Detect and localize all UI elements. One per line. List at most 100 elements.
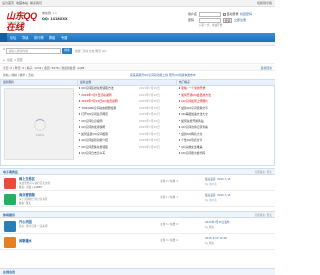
image-slideshow[interactable]: 100% <box>4 88 74 160</box>
forum-row[interactable]: 网上交易区 在这里您可以进行买卖交易 版主: 小强 | qq888 主题 2 /… <box>0 175 275 191</box>
list-date: 2015年7月15日 <box>139 138 160 142</box>
forum-name[interactable]: 网上交易区 <box>19 177 35 181</box>
section-header-leisure[interactable]: 休闲娱乐 分区版主: 暂无 <box>0 211 275 218</box>
username-label: 用户名 <box>188 11 198 16</box>
forum-name[interactable]: 闲聊灌水 <box>19 239 32 243</box>
forum-last-author[interactable]: by 用户名 <box>205 199 217 202</box>
forum-last-post[interactable]: 2015年7月15日发布 <box>205 221 230 224</box>
nav-item-guide[interactable]: 导读 <box>22 36 28 40</box>
list-item[interactable]: 如何设置QQ空间权限 <box>79 132 108 136</box>
list-item[interactable]: 最新QQ网名大全 <box>179 132 202 136</box>
sub-nav <box>0 42 275 46</box>
list-item[interactable]: QQ空间访客记录查看 <box>179 125 208 129</box>
crumb-forum[interactable]: 论坛 <box>7 58 13 62</box>
list-item[interactable]: TIOKANO空间动态相册使用 <box>79 106 116 110</box>
list-item[interactable]: 新帖: 一个新的开始 <box>179 86 205 90</box>
register-link[interactable]: 立即注册 <box>234 18 246 23</box>
section-moderator: 分区版主: 暂无 <box>254 213 272 217</box>
section-header-online[interactable]: 在线会员 <box>0 268 275 275</box>
latest-dates: 2015年7月15日 2015年7月15日 2015年7月15日 2015年7月… <box>139 86 175 165</box>
list-item[interactable]: QQ空间皮肤免费领取 <box>79 145 108 149</box>
list-item[interactable]: 2015年7月7日活动说明 <box>79 93 111 97</box>
forum-icon <box>4 236 16 248</box>
logo-sub: www.sdqq.net <box>7 21 24 24</box>
section-title: 电子商务区 <box>3 169 19 174</box>
list-date: 2015年7月15日 <box>139 92 160 97</box>
search-input[interactable]: 请输入搜索内容 <box>6 48 61 54</box>
login-button[interactable]: 登录 <box>223 18 232 23</box>
forum-name[interactable]: 商业营销版 <box>19 193 35 197</box>
top-bar: 设为首页 收藏本站 联系我们 切换到窄版 <box>0 0 275 7</box>
site-logo[interactable]: 山东QQ在线 www.sdqq.net <box>6 11 40 32</box>
forum-last-post[interactable]: 最后发表: 2015-7-15 <box>205 178 231 181</box>
section-header-ecommerce[interactable]: 电子商务区 分区版主: 暂无 <box>0 168 275 175</box>
qq-line2: QQ: 1418XXX <box>42 17 68 21</box>
crumb-home[interactable]: 首页 <box>17 58 23 62</box>
list-item[interactable]: QQ空间最新功能介绍 <box>79 138 108 142</box>
scroll-notice[interactable]: 来来来腾讯QQ空间新功能上线 现代QQ新版本发布中 <box>130 73 196 77</box>
forum-moderator[interactable]: 版主: 暂无 <box>19 202 31 205</box>
list-item[interactable]: 最新QQ空间皮肤分享 <box>179 106 208 110</box>
forum-icon <box>4 177 16 189</box>
nav-item-groups[interactable]: 群组 <box>49 36 55 40</box>
forum-icon <box>4 220 16 232</box>
list-date: 2015年7月15日 <box>139 118 160 123</box>
list-item[interactable]: QQ空间日志怎么写 <box>79 151 105 155</box>
latest-replies-link[interactable]: 最新回复 <box>261 66 272 70</box>
list-item[interactable]: QQ空间如何上传图片 <box>179 99 208 103</box>
forum-row[interactable]: 商业营销版 关于营销推广的讨论专区 版主: 暂无 主题 1 / 帖数 1 最后发… <box>0 191 275 207</box>
col-head-latest: 最新主题 <box>77 80 176 86</box>
forum-last-post[interactable]: 最后发表: 2015-7-15 <box>205 194 231 197</box>
crumb-sep: > <box>14 58 17 62</box>
stats-row: 新帖 | 热帖 | 精华 | 活动 来来来腾讯QQ空间新功能上线 现代QQ新版本… <box>0 72 275 79</box>
toggle-width-link[interactable]: 切换到窄版 <box>257 1 272 6</box>
nav-item-ranking[interactable]: 排行榜 <box>34 36 44 40</box>
list-item[interactable]: QQ等级加速方法大全 <box>179 112 208 116</box>
login-form: 用户名 自动登录 找回密码 密码 登录 立即注册 只需一步，快速开始 <box>188 12 272 28</box>
forum-last-author[interactable]: by 用户名 <box>205 183 217 186</box>
qq-line1: 常在线 >> <box>42 11 57 15</box>
list-item[interactable]: 个性QQ签名分享 <box>179 138 202 142</box>
list-date: 2015年7月15日 <box>139 131 160 136</box>
list-date: 2015年7月15日 <box>139 112 160 116</box>
home-icon-crumb[interactable]: ⌂ <box>3 58 5 62</box>
password-label: 密码 <box>188 17 195 22</box>
forum-row[interactable]: 闲聊灌水 主题 3 / 帖数 4 2015-4-19 12:46 by 网友 <box>0 234 275 250</box>
list-date: 2015年7月15日 <box>139 99 160 103</box>
set-homepage-link[interactable]: 设为首页 <box>2 1 14 6</box>
search-button[interactable]: 搜索 <box>62 48 72 54</box>
forum-last-author[interactable]: by 网友 <box>205 242 214 245</box>
forum-row[interactable]: 开心乐园 版主: 暂时空缺 一起来吧 主题 5 / 帖数 9 2015年7月15… <box>0 218 275 234</box>
list-item[interactable]: QQ空间留言板代码 <box>179 151 205 155</box>
breadcrumb: ⌂ 论坛 > 首页 <box>0 57 275 64</box>
list-item[interactable]: 如何免费开通黄钻 <box>179 119 204 123</box>
forum-moderator[interactable]: 版主: 小强 | qq888 <box>19 186 42 189</box>
nav-item-topics[interactable]: 专题 <box>61 36 67 40</box>
remember-checkbox[interactable] <box>223 13 226 16</box>
forum-last-post[interactable]: 2015-4-19 12:46 <box>205 237 227 240</box>
bookmark-link[interactable]: 收藏本站 <box>16 1 28 6</box>
forgot-link[interactable]: 找回密码 <box>240 12 252 17</box>
quick-start-text: 只需一步，快速开始 <box>199 23 223 27</box>
forum-desc: 在这里您可以进行买卖交易 <box>19 181 51 185</box>
home-icon[interactable] <box>0 33 7 42</box>
list-item[interactable]: QQ空间信息说明 <box>79 119 102 123</box>
forum-stats: 主题 3 / 帖数 4 <box>160 239 178 242</box>
list-item[interactable]: 如何开通QQ会员的方法 <box>179 93 211 97</box>
search-row: 请输入搜索内容 搜索 热搜: 活动 交友 腾讯 QQ <box>0 47 275 56</box>
list-item[interactable]: 2015年7月15日QQ会员说明 <box>79 99 118 103</box>
list-item[interactable]: 打开QQ空间显示网页 <box>79 112 108 116</box>
forum-last-author[interactable]: by 网友 <box>205 226 214 229</box>
list-item[interactable]: QQ空间装扮免费领取方法 <box>79 86 114 90</box>
forum-name[interactable]: 开心乐园 <box>19 220 32 224</box>
forum-stats: 主题 1 / 帖数 1 <box>160 196 178 199</box>
filter-links[interactable]: 新帖 | 热帖 | 精华 | 活动 <box>3 73 34 77</box>
password-input[interactable] <box>199 18 221 23</box>
list-item[interactable]: QQ空间的使用说明 <box>79 125 105 129</box>
hot-search-words: 热搜: 活动 交友 腾讯 QQ <box>75 48 107 53</box>
nav-item-forum[interactable]: 论坛 <box>10 36 16 40</box>
list-item[interactable]: QQ头像女生唯美 <box>179 145 202 149</box>
forum-stats: 主题 5 / 帖数 9 <box>160 223 178 226</box>
username-input[interactable] <box>199 12 221 17</box>
contact-link[interactable]: 联系我们 <box>30 1 42 6</box>
